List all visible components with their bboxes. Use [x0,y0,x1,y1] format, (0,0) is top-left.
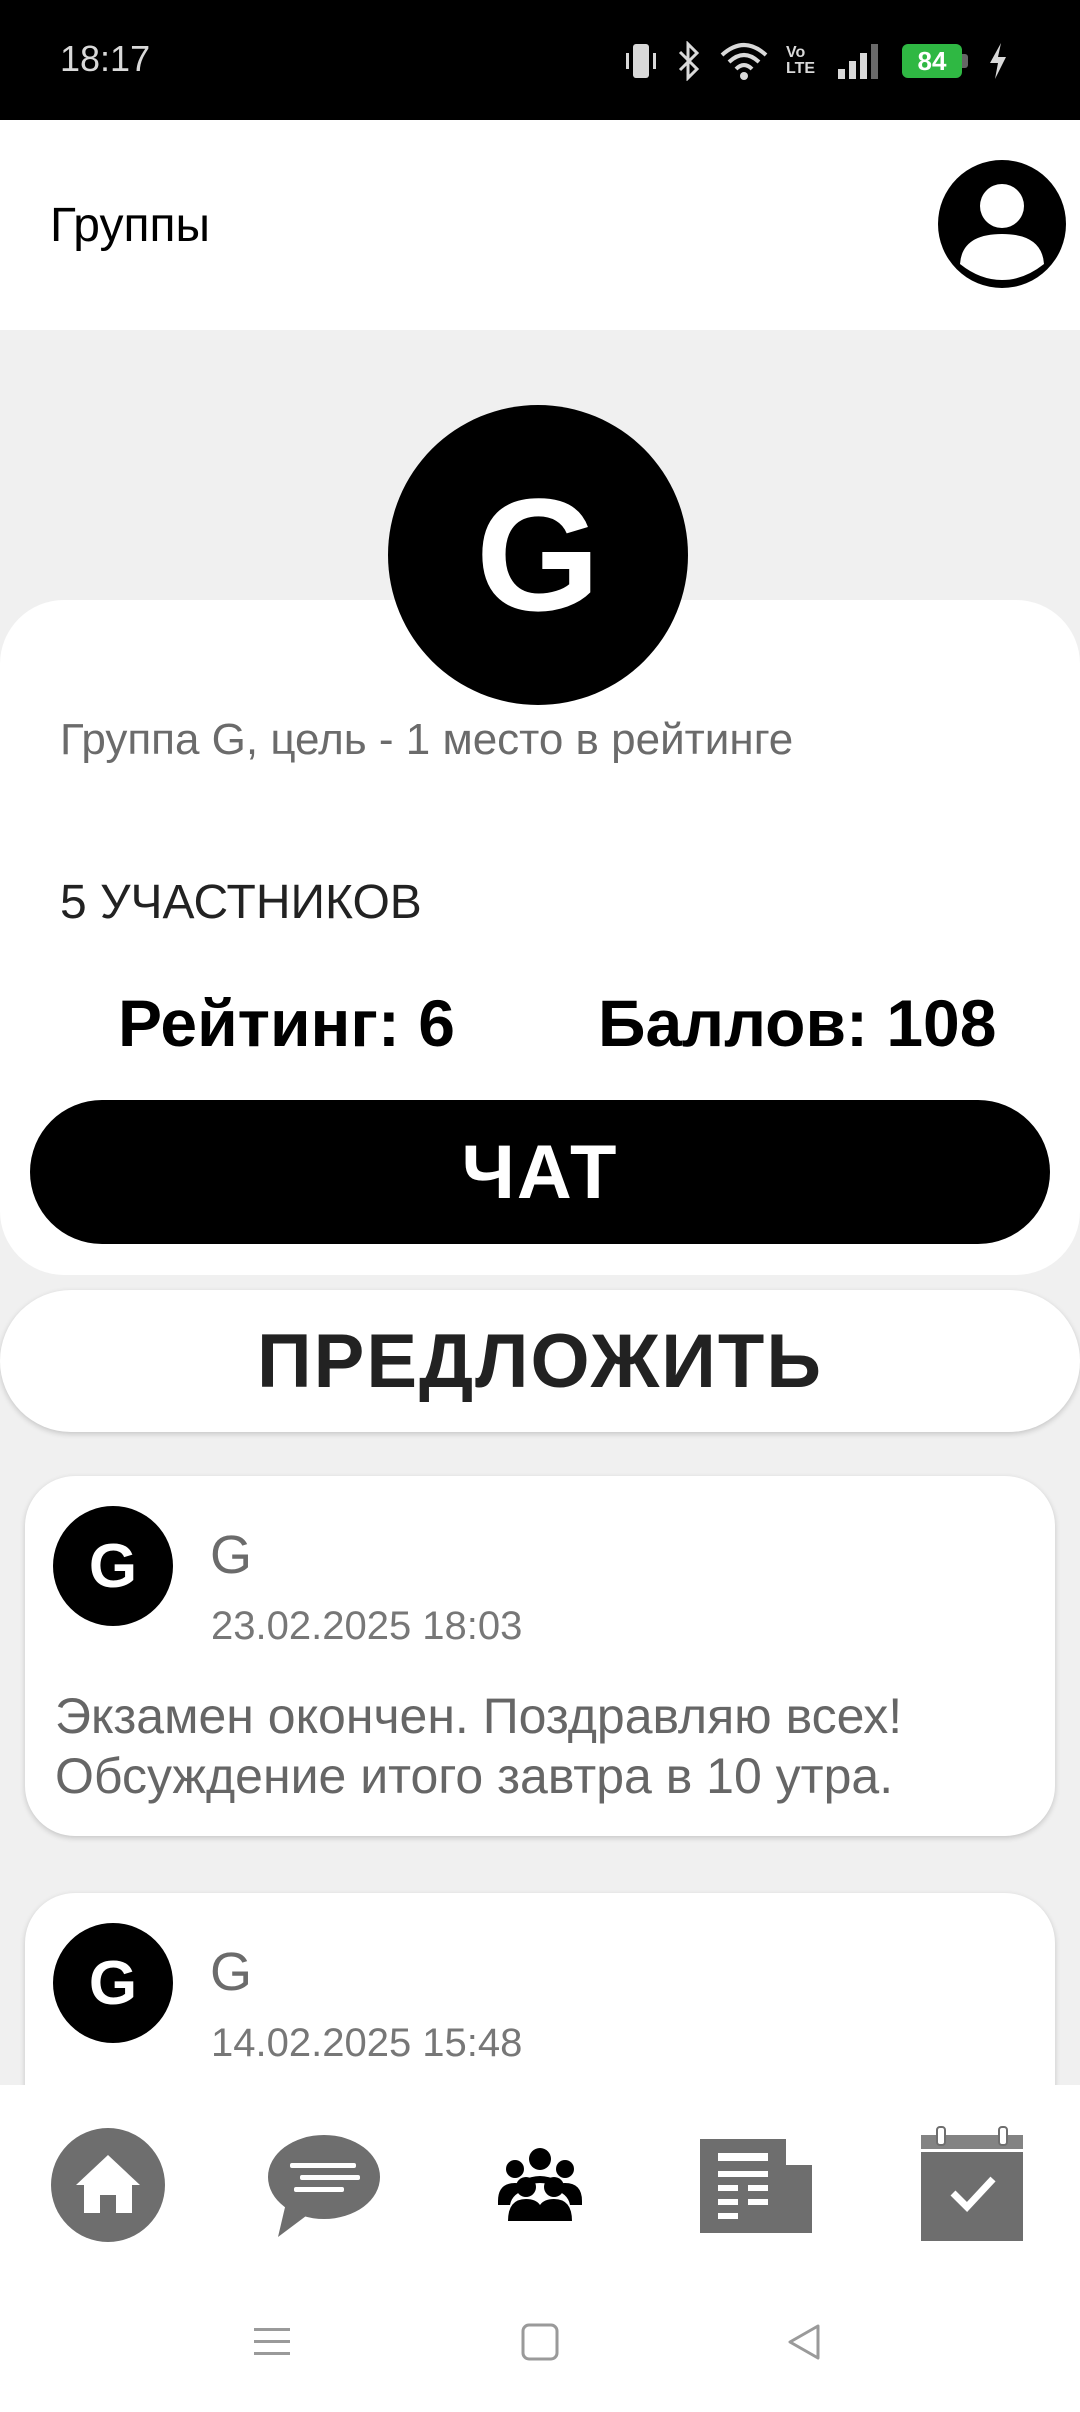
calendar-icon [921,2126,1023,2241]
vibrate-icon [626,44,656,78]
profile-button[interactable] [938,160,1066,288]
post-text: Экзамен окончен. Поздравляю всех! Обсужд… [55,1688,903,1804]
battery-icon: 84 [902,44,968,78]
status-bar: 18:17 Vo LTE 84 [0,0,1080,120]
members-count[interactable]: 5 УЧАСТНИКОВ [60,875,422,930]
profile-icon [960,184,1044,280]
post-author: G [210,1525,253,1585]
nav-home[interactable] [48,2125,168,2245]
news-icon [700,2139,812,2233]
group-avatar: G [388,405,688,705]
chat-button[interactable]: ЧАТ [30,1100,1050,1244]
nav-chat[interactable] [264,2125,384,2245]
app-bar: Группы [0,120,1080,330]
back-icon[interactable] [782,2320,826,2364]
group-description: Группа G, цель - 1 место в рейтинге [60,715,794,764]
signal-icon [838,44,878,79]
post-date: 14.02.2025 15:48 [211,2021,523,2065]
post-date: 23.02.2025 18:03 [211,1604,523,1648]
charging-icon [990,43,1006,79]
status-icons: Vo LTE 84 [624,36,1010,86]
nav-calendar[interactable] [912,2125,1032,2245]
status-time: 18:17 [60,38,151,79]
group-rating: Рейтинг: 6 [118,986,455,1060]
volte-icon: Vo LTE [786,44,816,77]
post-avatar: G [53,1506,173,1626]
page-title: Группы [50,199,210,252]
wifi-icon [720,43,768,80]
post-card[interactable]: G G 23.02.2025 18:03 Экзамен окончен. По… [25,1476,1055,1836]
nav-groups[interactable] [480,2125,600,2245]
battery-level: 84 [902,44,962,78]
bluetooth-icon [678,41,700,81]
recent-apps-icon[interactable] [250,2320,294,2364]
groups-icon [498,2148,582,2221]
post-author: G [210,1942,253,2002]
group-points: Баллов: 108 [598,986,997,1060]
chat-icon [268,2135,380,2237]
nav-news[interactable] [694,2125,818,2245]
home-system-icon[interactable] [518,2320,562,2364]
propose-button[interactable]: ПРЕДЛОЖИТЬ [0,1290,1080,1432]
home-icon [51,2128,165,2242]
post-avatar: G [53,1923,173,2043]
